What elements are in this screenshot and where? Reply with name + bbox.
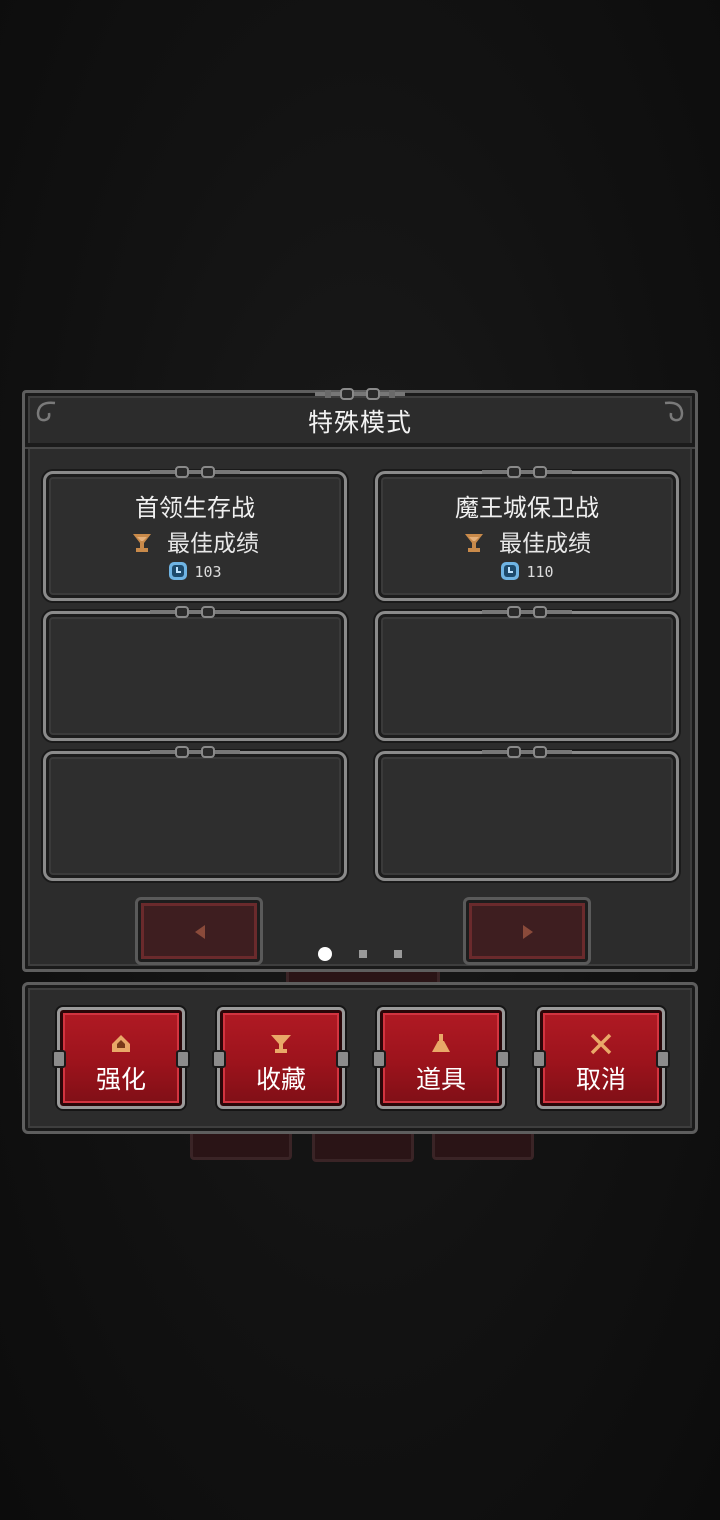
arrow-left-icon: [195, 925, 205, 939]
mode-card-empty[interactable]: [43, 746, 347, 881]
clock-icon: [501, 562, 520, 580]
next-page-button[interactable]: [463, 897, 591, 965]
dialog-header: 特殊模式: [25, 388, 695, 447]
mode-title: 首领生存战: [135, 494, 255, 522]
action-label: 取消: [575, 1065, 626, 1094]
action-label: 收藏: [255, 1065, 306, 1094]
best-record-row: 最佳成绩: [378, 524, 676, 558]
chain-ornament-icon: [150, 466, 240, 478]
page-dot: [359, 949, 367, 958]
chain-ornament-icon: [482, 466, 572, 478]
mode-card-empty[interactable]: [375, 606, 679, 741]
clock-icon: [169, 562, 188, 580]
best-record-label: 最佳成绩: [499, 531, 591, 557]
page-dot: [394, 949, 403, 958]
arrow-right-icon: [523, 925, 533, 939]
page-dot-active: [317, 946, 332, 961]
chain-ornament-icon: [482, 606, 572, 618]
score-row: 103: [46, 561, 344, 581]
action-label: 强化: [95, 1065, 146, 1094]
trophy-icon: [271, 1035, 291, 1053]
mode-card-demon-castle-defense[interactable]: 魔王城保卫战 最佳成绩 110: [375, 466, 679, 601]
cancel-button[interactable]: 取消: [532, 1007, 670, 1109]
upgrade-icon: [112, 1035, 130, 1052]
best-record-row: 最佳成绩: [46, 524, 344, 558]
chain-ornament-icon: [150, 606, 240, 618]
page-indicator: [25, 943, 695, 962]
score-row: 110: [378, 561, 676, 581]
special-mode-dialog: 特殊模式 首领生存战 最佳成绩 103 魔王城保卫战 最佳成绩 110: [22, 388, 698, 972]
best-record-label: 最佳成绩: [167, 531, 259, 557]
action-label: 道具: [415, 1065, 466, 1094]
items-button[interactable]: 道具: [372, 1007, 510, 1109]
upgrade-button[interactable]: 强化: [52, 1007, 190, 1109]
mode-card-empty[interactable]: [375, 746, 679, 881]
mode-title: 魔王城保卫战: [455, 494, 599, 522]
action-bar: 强化 收藏 道具 取消: [22, 982, 698, 1134]
chain-ornament-icon: [150, 746, 240, 758]
mode-card-empty[interactable]: [43, 606, 347, 741]
chain-ornament-icon: [482, 746, 572, 758]
score-value: 103: [194, 563, 222, 581]
score-value: 110: [526, 563, 554, 581]
trophy-icon: [133, 534, 151, 552]
mode-card-boss-survival[interactable]: 首领生存战 最佳成绩 103: [43, 466, 347, 601]
close-icon: [590, 1033, 612, 1055]
potion-icon: [432, 1034, 450, 1052]
game-screen: 特殊模式 首领生存战 最佳成绩 103 魔王城保卫战 最佳成绩 110 强化 收…: [0, 0, 720, 1520]
dialog-title: 特殊模式: [307, 408, 412, 437]
collection-button[interactable]: 收藏: [212, 1007, 350, 1109]
chain-ornament-icon: [315, 388, 405, 400]
trophy-icon: [465, 534, 483, 552]
